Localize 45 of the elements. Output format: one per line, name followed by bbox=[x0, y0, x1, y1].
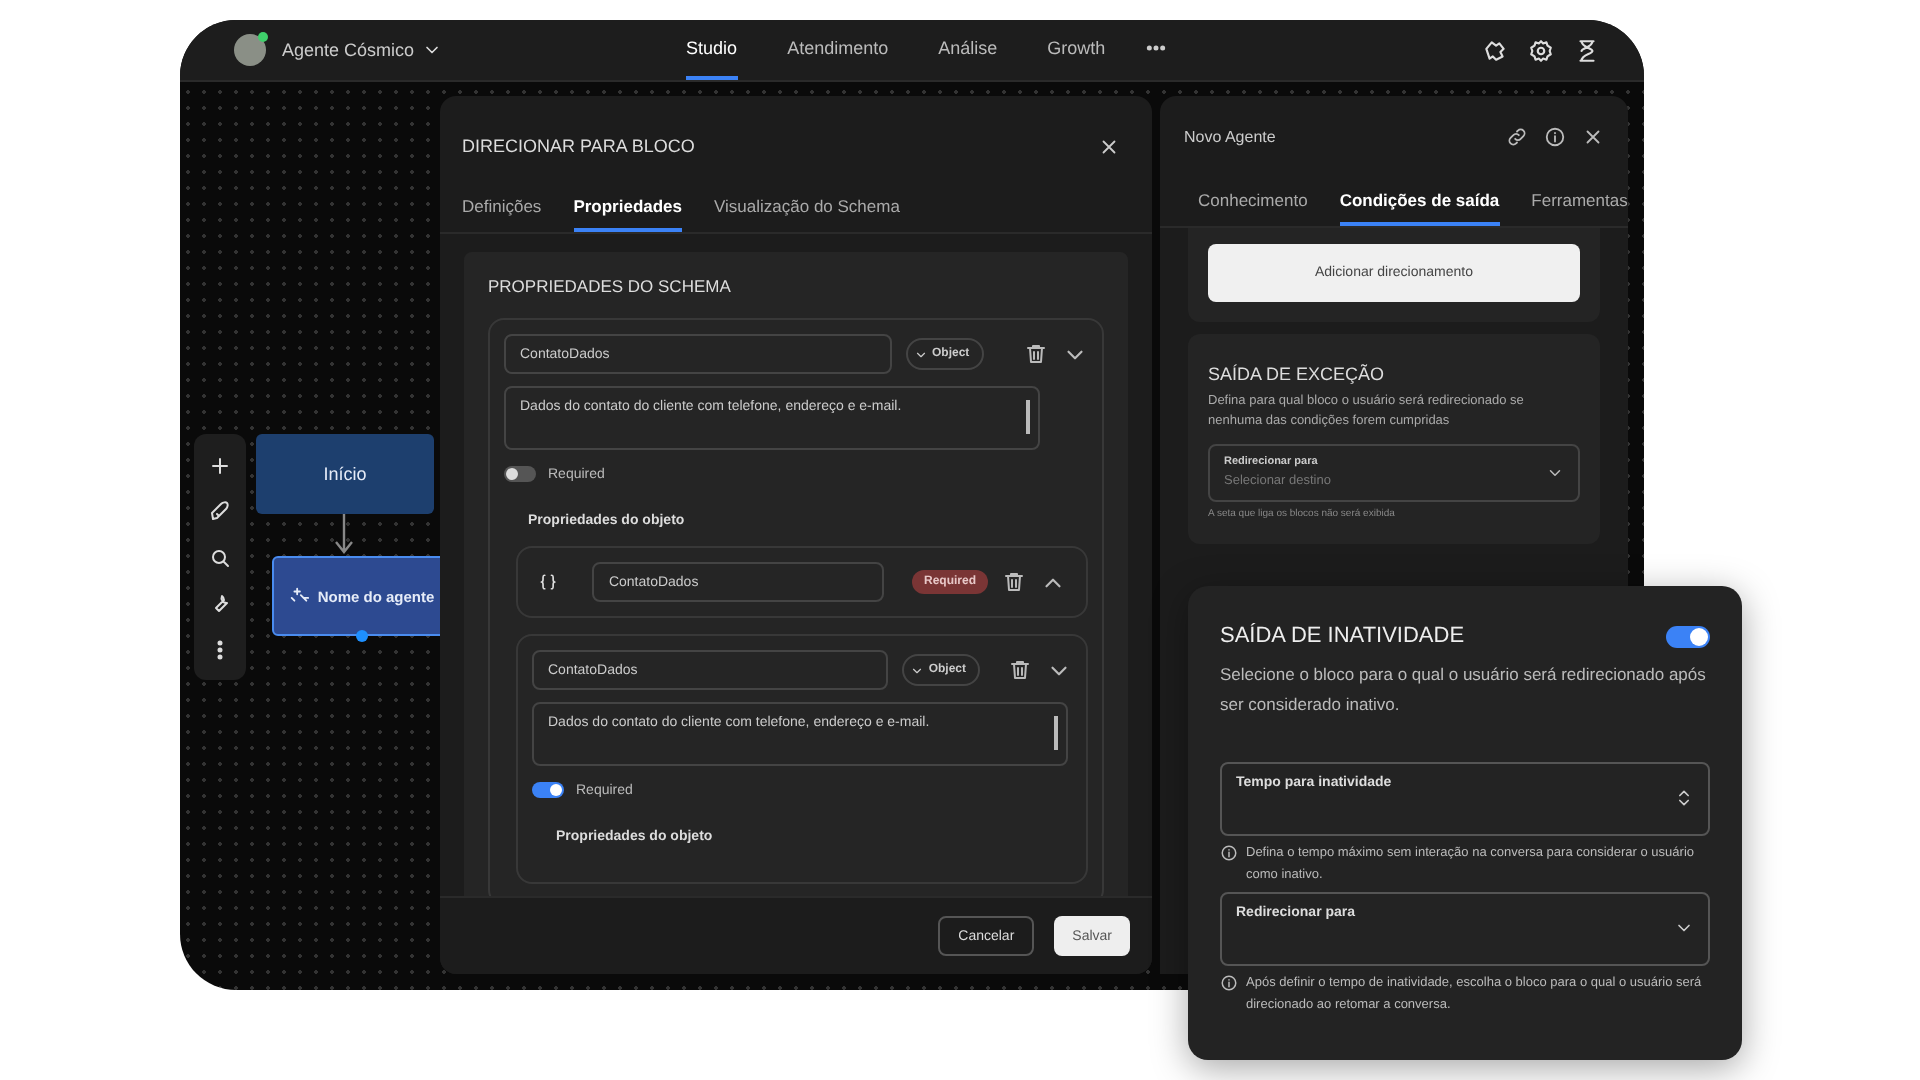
search-icon bbox=[208, 545, 232, 569]
settings-icon bbox=[1528, 37, 1554, 63]
info-icon bbox=[1544, 125, 1566, 147]
close-button[interactable] bbox=[1582, 125, 1604, 147]
dialog-title: DIRECIONAR PARA BLOCO bbox=[462, 136, 695, 156]
chevron-down-icon bbox=[914, 347, 928, 361]
info-icon bbox=[1220, 843, 1238, 862]
trash-icon bbox=[1008, 658, 1032, 682]
link-icon bbox=[1506, 125, 1528, 147]
toggle-switch[interactable] bbox=[532, 782, 564, 798]
agent-name[interactable]: Agente Cósmico bbox=[282, 40, 415, 60]
trash-icon bbox=[1024, 342, 1048, 366]
tab[interactable]: Definições bbox=[462, 186, 542, 232]
stepper-icon bbox=[1674, 788, 1694, 809]
nav-tab[interactable]: Growth bbox=[1047, 20, 1106, 80]
delete-button[interactable] bbox=[1024, 342, 1048, 366]
section-title: SAÍDA DE EXCEÇÃO bbox=[1208, 364, 1387, 384]
tab[interactable]: Propriedades bbox=[573, 186, 683, 232]
panel-title: Novo Agente bbox=[1184, 127, 1276, 145]
delete-button[interactable] bbox=[1002, 570, 1026, 594]
tab[interactable]: Ferramentas bbox=[1531, 180, 1628, 226]
braces-icon bbox=[538, 570, 559, 594]
delete-button[interactable] bbox=[1008, 658, 1032, 682]
connector-arrow bbox=[334, 514, 354, 554]
card-title: SAÍDA DE INATIVIDADE bbox=[1220, 624, 1465, 648]
section-title: PROPRIEDADES DO SCHEMA bbox=[488, 276, 733, 296]
avatar bbox=[234, 34, 266, 66]
tab[interactable]: Conhecimento bbox=[1198, 180, 1308, 226]
trash-icon bbox=[1002, 570, 1026, 594]
nav-tab[interactable]: Análise bbox=[938, 20, 998, 80]
plus-icon bbox=[208, 453, 232, 477]
chevron-down-icon bbox=[910, 663, 925, 677]
close-button[interactable] bbox=[1098, 135, 1120, 157]
card-description: Selecione o bloco para o qual o usuário será redirecionado após ser considerado inativo. bbox=[1220, 662, 1708, 718]
info-button[interactable] bbox=[1544, 125, 1566, 147]
close-icon bbox=[1582, 125, 1604, 147]
nav-tab[interactable]: Atendimento bbox=[787, 20, 889, 80]
nav-tab[interactable]: Studio bbox=[686, 20, 738, 80]
toggle-switch[interactable] bbox=[504, 466, 536, 482]
link-button[interactable] bbox=[1506, 125, 1528, 147]
toggle-switch[interactable] bbox=[1666, 625, 1710, 647]
tab[interactable]: Visualização do Schema bbox=[714, 186, 900, 232]
info-icon bbox=[1220, 973, 1238, 991]
flow-node[interactable]: Início bbox=[256, 434, 434, 514]
close-icon bbox=[1098, 135, 1120, 157]
